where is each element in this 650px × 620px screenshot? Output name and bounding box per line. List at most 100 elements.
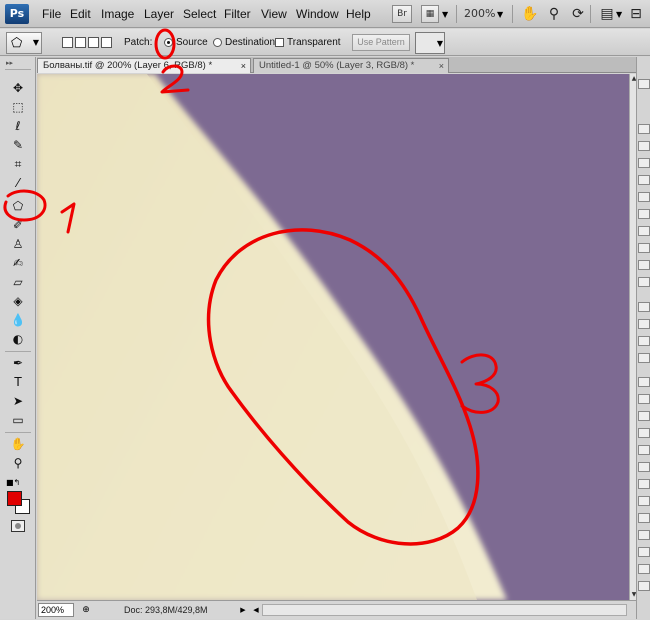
panel-icon[interactable]	[638, 377, 650, 387]
zoom-level-input[interactable]: 200%	[38, 603, 74, 617]
status-options-icon[interactable]: ⊕	[80, 603, 92, 617]
panel-icon[interactable]	[638, 336, 650, 346]
panel-icon[interactable]	[638, 479, 650, 489]
collapse-panel-icon[interactable]: ▸▸	[6, 59, 13, 67]
panel-icon[interactable]	[638, 581, 650, 591]
pen-tool-icon[interactable]: ✒	[6, 355, 30, 372]
bridge-icon: Br	[397, 9, 407, 19]
source-label[interactable]: Source	[176, 29, 208, 56]
patch-tool-icon[interactable]: ⬠	[6, 198, 30, 215]
panel-icon[interactable]	[638, 394, 650, 404]
arrange-documents-icon[interactable]: ▤	[597, 4, 617, 24]
panel-icon[interactable]	[638, 530, 650, 540]
scroll-left-icon[interactable]: ◀	[251, 603, 261, 617]
tab-untitled-1[interactable]: Untitled-1 @ 50% (Layer 3, RGB/8) * ×	[253, 58, 449, 73]
use-pattern-button[interactable]: Use Pattern	[352, 34, 410, 51]
destination-radio[interactable]	[213, 38, 222, 47]
foreground-color-swatch[interactable]	[7, 491, 22, 506]
lasso-tool-icon[interactable]: ℓ	[6, 118, 30, 135]
tool-preset-picker[interactable]: ⬠ ▼	[6, 32, 42, 54]
panel-icon[interactable]	[638, 353, 650, 363]
new-selection-icon[interactable]	[62, 37, 73, 48]
screen-mode-icon[interactable]: ⊟	[626, 4, 646, 24]
menu-help[interactable]: Help	[346, 0, 371, 28]
clone-stamp-tool-icon[interactable]: ♙	[6, 236, 30, 253]
eyedropper-tool-icon[interactable]: ⁄	[6, 175, 30, 192]
intersect-selection-icon[interactable]	[101, 37, 112, 48]
panel-icon[interactable]	[638, 428, 650, 438]
panel-icon[interactable]	[638, 513, 650, 523]
panel-icon[interactable]	[638, 564, 650, 574]
source-radio[interactable]	[164, 38, 173, 47]
panel-dock	[636, 57, 650, 619]
status-menu-icon[interactable]: ▶	[238, 603, 248, 617]
menubar-zoom[interactable]: 200%	[464, 0, 495, 28]
menu-file[interactable]: File	[42, 0, 61, 28]
panel-icon[interactable]	[638, 158, 650, 168]
panel-icon[interactable]	[638, 462, 650, 472]
panel-icon[interactable]	[638, 260, 650, 270]
subtract-selection-icon[interactable]	[88, 37, 99, 48]
destination-label[interactable]: Destination	[225, 29, 275, 56]
panel-icon[interactable]	[638, 141, 650, 151]
hand-icon[interactable]: ✋	[520, 4, 540, 24]
view-extras-dropdown-icon[interactable]: ▼	[442, 10, 448, 19]
add-to-selection-icon[interactable]	[75, 37, 86, 48]
rotate-view-icon[interactable]: ⟳	[568, 4, 588, 24]
menu-select[interactable]: Select	[183, 0, 216, 28]
move-tool-icon[interactable]: ✥	[6, 80, 30, 97]
menu-image[interactable]: Image	[101, 0, 134, 28]
quick-selection-tool-icon[interactable]: ✎	[6, 137, 30, 154]
shape-tool-icon[interactable]: ▭	[6, 412, 30, 429]
panel-icon[interactable]	[638, 209, 650, 219]
panel-icon[interactable]	[638, 302, 650, 312]
zoom-icon[interactable]: ⚲	[544, 4, 564, 24]
panel-icon[interactable]	[638, 496, 650, 506]
type-tool-icon[interactable]: T	[6, 374, 30, 391]
panel-icon[interactable]	[638, 411, 650, 421]
panel-icon[interactable]	[638, 79, 650, 89]
transparent-checkbox[interactable]	[275, 38, 284, 47]
panel-icon[interactable]	[638, 226, 650, 236]
view-extras-button[interactable]: ▦	[421, 5, 439, 23]
quick-mask-icon[interactable]	[11, 520, 25, 532]
bridge-button[interactable]: Br	[392, 5, 412, 23]
transparent-label[interactable]: Transparent	[287, 29, 341, 56]
document-canvas[interactable]	[37, 74, 636, 600]
panel-icon[interactable]	[638, 319, 650, 329]
menu-filter[interactable]: Filter	[224, 0, 251, 28]
menu-bar: Ps File Edit Image Layer Select Filter V…	[0, 0, 650, 28]
tab-bolvany[interactable]: Болваны.tif @ 200% (Layer 6, RGB/8) * ×	[37, 58, 251, 73]
menu-layer[interactable]: Layer	[144, 0, 174, 28]
crop-tool-icon[interactable]: ⌗	[6, 156, 30, 173]
panel-icon[interactable]	[638, 445, 650, 455]
panel-icon[interactable]	[638, 277, 650, 287]
panel-icon[interactable]	[638, 547, 650, 557]
blur-tool-icon[interactable]: 💧	[6, 312, 30, 329]
marquee-tool-icon[interactable]: ⬚	[6, 99, 30, 116]
panel-icon[interactable]	[638, 243, 650, 253]
menu-view[interactable]: View	[261, 0, 287, 28]
close-icon[interactable]: ×	[439, 59, 444, 73]
horizontal-scrollbar[interactable]	[262, 604, 627, 616]
dodge-tool-icon[interactable]: ◐	[6, 331, 30, 348]
arrange-dropdown-icon[interactable]: ▼	[616, 10, 622, 19]
close-icon[interactable]: ×	[241, 59, 246, 73]
brush-tool-icon[interactable]: ✐	[6, 217, 30, 234]
hand-tool-icon[interactable]: ✋	[6, 436, 30, 453]
default-colors-icon[interactable]: ■↰	[6, 478, 20, 487]
panel-icon[interactable]	[638, 175, 650, 185]
paint-bucket-tool-icon[interactable]: ◈	[6, 293, 30, 310]
patch-label: Patch:	[124, 37, 153, 48]
panel-icon[interactable]	[638, 124, 650, 134]
history-brush-tool-icon[interactable]: ✍	[6, 255, 30, 272]
pattern-picker[interactable]: ▼	[415, 32, 445, 54]
zoom-dropdown-icon[interactable]: ▼	[497, 10, 503, 19]
menu-window[interactable]: Window	[296, 0, 339, 28]
view-extras-icon: ▦	[425, 9, 435, 19]
path-selection-tool-icon[interactable]: ➤	[6, 393, 30, 410]
panel-icon[interactable]	[638, 192, 650, 202]
eraser-tool-icon[interactable]: ▱	[6, 274, 30, 291]
menu-edit[interactable]: Edit	[70, 0, 91, 28]
zoom-tool-icon[interactable]: ⚲	[6, 455, 30, 472]
